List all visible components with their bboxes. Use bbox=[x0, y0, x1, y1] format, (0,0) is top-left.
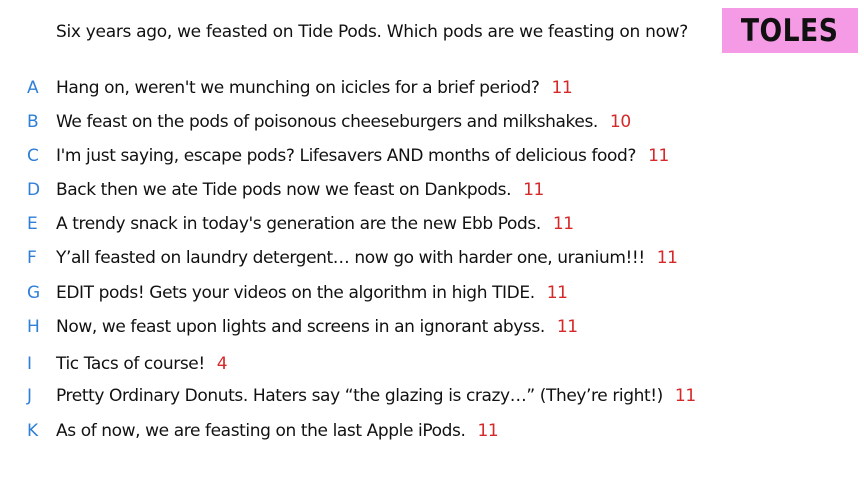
answer-text-wrap: Y’all feasted on laundry detergent… now … bbox=[56, 248, 678, 268]
answer-score: 4 bbox=[216, 354, 228, 374]
answer-text: Back then we ate Tide pods now we feast … bbox=[56, 180, 512, 200]
answer-text: As of now, we are feasting on the last A… bbox=[56, 421, 466, 441]
answer-text: Tic Tacs of course! bbox=[56, 354, 205, 374]
answer-text-wrap: We feast on the pods of poisonous cheese… bbox=[56, 112, 631, 132]
answer-text-wrap: I'm just saying, escape pods? Lifesavers… bbox=[56, 146, 669, 166]
answer-text: Hang on, weren't we munching on icicles … bbox=[56, 78, 540, 98]
answer-letter: F bbox=[27, 248, 37, 268]
answer-score: 11 bbox=[556, 317, 578, 337]
answer-letter: E bbox=[27, 214, 38, 234]
answer-text-wrap: Tic Tacs of course! 4 bbox=[56, 354, 228, 374]
answer-score: 10 bbox=[609, 112, 631, 132]
answer-text: Y’all feasted on laundry detergent… now … bbox=[56, 248, 645, 268]
answer-letter: B bbox=[27, 112, 39, 132]
answer-text-wrap: Hang on, weren't we munching on icicles … bbox=[56, 78, 573, 98]
answer-score: 11 bbox=[648, 146, 669, 166]
answer-letter: I bbox=[27, 354, 33, 374]
answer-score: 11 bbox=[674, 386, 696, 406]
answer-text: We feast on the pods of poisonous cheese… bbox=[56, 112, 598, 132]
answer-score: 11 bbox=[546, 283, 568, 303]
answer-text-wrap: Pretty Ordinary Donuts. Haters say “the … bbox=[56, 386, 696, 406]
answer-score: 11 bbox=[656, 248, 678, 268]
answer-text-wrap: EDIT pods! Gets your videos on the algor… bbox=[56, 283, 568, 303]
answer-letter: K bbox=[27, 421, 39, 441]
answer-list: A Hang on, weren't we munching on icicle… bbox=[0, 0, 864, 482]
answer-score: 11 bbox=[477, 421, 499, 441]
answer-text-wrap: As of now, we are feasting on the last A… bbox=[56, 421, 499, 441]
answer-letter: H bbox=[27, 317, 40, 337]
answer-letter: J bbox=[27, 386, 33, 406]
answer-text-wrap: Now, we feast upon lights and screens in… bbox=[56, 317, 578, 337]
answer-text: Now, we feast upon lights and screens in… bbox=[56, 317, 545, 337]
answer-text: Pretty Ordinary Donuts. Haters say “the … bbox=[56, 386, 663, 406]
answer-text: I'm just saying, escape pods? Lifesavers… bbox=[56, 146, 637, 166]
answer-letter: A bbox=[27, 78, 39, 98]
answer-letter: G bbox=[27, 283, 41, 303]
answer-text: A trendy snack in today's generation are… bbox=[56, 214, 541, 234]
answer-text: EDIT pods! Gets your videos on the algor… bbox=[56, 283, 535, 303]
answer-score: 11 bbox=[523, 180, 544, 200]
answer-letter: D bbox=[27, 180, 41, 200]
answer-score: 11 bbox=[551, 78, 573, 98]
answer-text-wrap: Back then we ate Tide pods now we feast … bbox=[56, 180, 544, 200]
answer-letter: C bbox=[27, 146, 39, 166]
answer-text-wrap: A trendy snack in today's generation are… bbox=[56, 214, 574, 234]
answer-score: 11 bbox=[552, 214, 574, 234]
